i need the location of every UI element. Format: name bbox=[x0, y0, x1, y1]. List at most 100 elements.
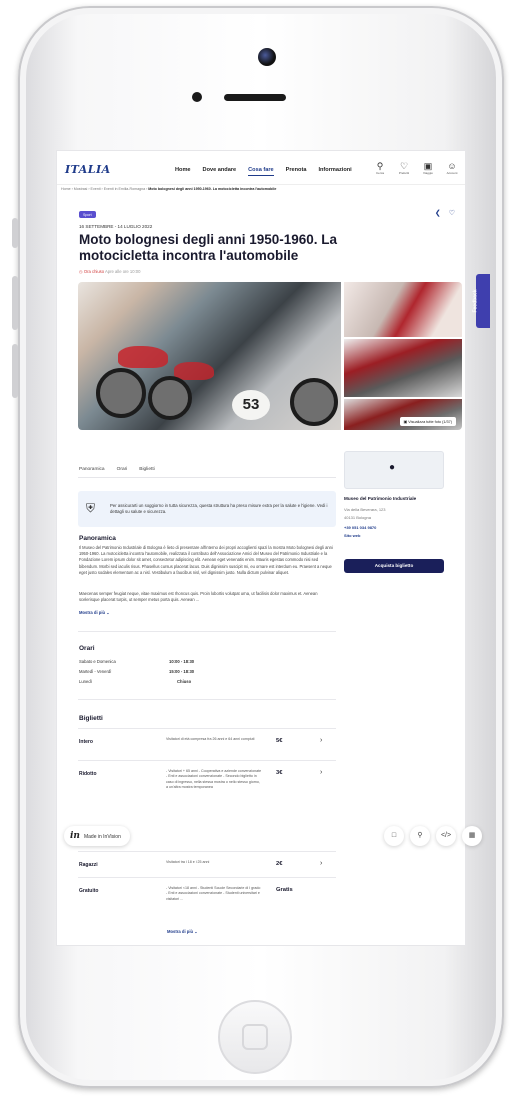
safety-text[interactable]: Per assicurarti un soggiorno in tutta si… bbox=[110, 503, 330, 515]
nav-trip[interactable]: ▣ Viaggio bbox=[421, 161, 435, 175]
hours-day: Martedì - Venerdì bbox=[79, 669, 112, 674]
breadcrumb-path[interactable]: Home › Mostrasi › Eventi › Eventi in Emi… bbox=[61, 187, 148, 191]
ticket-price: 3€ bbox=[276, 770, 283, 776]
hours-row: Sabato e Domenica 10:00 - 18:30 bbox=[79, 659, 194, 664]
ticket-row[interactable]: Gratuito - Visitatori <18 anni - Student… bbox=[78, 877, 336, 937]
ticket-row[interactable]: Ragazzi Visitatori tra i 18 e i 25 anni … bbox=[78, 851, 336, 877]
tickets-show-more-label: Mostra di più bbox=[167, 929, 194, 934]
panoramica-show-more-label: Mostra di più bbox=[79, 610, 106, 615]
race-number-plate: 53 bbox=[232, 390, 270, 420]
event-dates: 16 SETTEMBRE - 14 LUGLIO 2022 bbox=[79, 224, 153, 229]
menu-item-informazioni[interactable]: Informazioni bbox=[318, 167, 351, 176]
photo-gallery: 53 ▣ Visualizza tutte foto (1/37) bbox=[78, 282, 462, 430]
venue-phone-link[interactable]: +39 051 034 9870 bbox=[344, 525, 376, 530]
ticket-name: Ragazzi bbox=[79, 862, 98, 868]
search-icon: ⚲ bbox=[376, 161, 384, 171]
earpiece-speaker bbox=[224, 94, 286, 101]
map-pin-icon: ● bbox=[389, 462, 396, 473]
orari-heading: Orari bbox=[79, 645, 95, 652]
menu-item-dove-andare[interactable]: Dove andare bbox=[203, 167, 237, 176]
invision-badge[interactable]: in Made in InVision bbox=[64, 826, 130, 846]
venue-address-city: 40131 Bologna bbox=[344, 515, 371, 520]
nav-trip-label: Viaggio bbox=[423, 171, 433, 175]
motorcycle-tank bbox=[174, 362, 214, 380]
panoramica-text-1: Il Museo del Patrimonio Industriale di B… bbox=[79, 545, 333, 575]
volume-down-button bbox=[12, 344, 18, 398]
motorcycle-wheel bbox=[148, 376, 192, 420]
motorcycle-wheel bbox=[290, 378, 338, 426]
panoramica-show-more[interactable]: Mostra di più ⌄ bbox=[79, 610, 110, 615]
menu-item-cosa-fare[interactable]: Cosa fare bbox=[248, 167, 274, 176]
tickets-show-more[interactable]: Mostra di più ⌄ bbox=[167, 929, 198, 934]
hours-time: Chiuso bbox=[177, 679, 192, 684]
share-icon[interactable]: ❮ bbox=[435, 209, 441, 217]
hours-row: Lunedì Chiuso bbox=[79, 679, 191, 684]
prototype-toolbar: □ ⚲ </> ▦ bbox=[384, 826, 482, 846]
top-navigation: ITALIA Home Dove andare Cosa fare Prenot… bbox=[57, 151, 465, 185]
hours-time: 10:00 - 18:30 bbox=[169, 659, 195, 664]
ticket-row[interactable]: Ridotto - Visitatori + 65 anni - Coopera… bbox=[78, 760, 336, 818]
status-closed: Ora chiuso bbox=[83, 269, 105, 274]
ticket-name: Gratuito bbox=[79, 888, 99, 894]
heart-icon: ♡ bbox=[399, 161, 409, 171]
gallery-thumbnail-2[interactable] bbox=[344, 339, 462, 397]
main-photo[interactable]: 53 bbox=[78, 282, 341, 430]
ticket-price: Gratis bbox=[276, 887, 293, 893]
tab-panoramica[interactable]: Panoramica bbox=[79, 467, 105, 472]
venue-website-link[interactable]: Sito web bbox=[344, 533, 360, 538]
category-badge: Sport bbox=[79, 211, 96, 218]
view-all-photos-label: Visualizza tutte foto (1/37) bbox=[408, 420, 452, 424]
ticket-name: Intero bbox=[79, 739, 93, 745]
front-camera bbox=[258, 48, 276, 66]
user-icon: ☺ bbox=[447, 161, 457, 171]
grid-icon[interactable]: ▦ bbox=[462, 826, 482, 846]
nav-favorites[interactable]: ♡ Preferiti bbox=[397, 161, 411, 175]
proximity-sensor bbox=[192, 92, 202, 102]
feedback-label: Feedback bbox=[472, 289, 479, 313]
safety-notice: ⛨ Per assicurarti un soggiorno in tutta … bbox=[78, 491, 336, 527]
section-divider bbox=[78, 631, 336, 632]
menu-item-home[interactable]: Home bbox=[175, 167, 191, 176]
hours-day: Lunedì bbox=[79, 679, 92, 684]
home-button[interactable] bbox=[218, 1000, 292, 1074]
site-logo[interactable]: ITALIA bbox=[65, 163, 111, 176]
panoramica-heading: Panoramica bbox=[79, 535, 116, 542]
chevron-right-icon[interactable]: › bbox=[320, 769, 322, 776]
nav-account-label: Account bbox=[446, 171, 458, 175]
ticket-row[interactable]: Intero Visitatori di età compresa fra 26… bbox=[78, 728, 336, 760]
code-icon[interactable]: </> bbox=[436, 826, 456, 846]
view-all-photos-button[interactable]: ▣ Visualizza tutte foto (1/37) bbox=[399, 417, 456, 426]
gallery-thumbnail-1[interactable] bbox=[344, 282, 462, 337]
panoramica-text-2: Maecenas semper feugiat neque, vitae max… bbox=[79, 591, 318, 603]
buy-ticket-button[interactable]: Acquista biglietto bbox=[344, 559, 444, 573]
venue-address-street: Via della Beverara, 123 bbox=[344, 507, 386, 512]
nav-icons: ⚲ Cerca ♡ Preferiti ▣ Viaggio ☺ Account bbox=[373, 161, 459, 175]
tab-orari[interactable]: Orari bbox=[117, 467, 128, 472]
tab-biglietti[interactable]: Biglietti bbox=[139, 467, 154, 472]
ticket-price: 5€ bbox=[276, 738, 283, 744]
ticket-description: Visitatori tra i 18 e i 25 anni bbox=[166, 860, 210, 864]
hours-row: Martedì - Venerdì 15:00 - 18:30 bbox=[79, 669, 194, 674]
comment-icon[interactable]: □ bbox=[384, 826, 404, 846]
nav-search[interactable]: ⚲ Cerca bbox=[373, 161, 387, 175]
gallery-thumbnail-3[interactable]: ▣ Visualizza tutte foto (1/37) bbox=[344, 399, 462, 430]
bag-icon: ▣ bbox=[423, 161, 433, 171]
section-tabs: Panoramica Orari Biglietti bbox=[79, 467, 155, 472]
search-icon[interactable]: ⚲ bbox=[410, 826, 430, 846]
favorite-heart-icon[interactable]: ♡ bbox=[449, 209, 455, 217]
chevron-right-icon[interactable]: › bbox=[320, 737, 322, 744]
feedback-tab[interactable]: Feedback bbox=[472, 274, 490, 328]
menu-item-prenota[interactable]: Prenota bbox=[286, 167, 307, 176]
page-title: Moto bolognesi degli anni 1950-1960. La … bbox=[79, 232, 338, 263]
chevron-right-icon[interactable]: › bbox=[320, 860, 322, 867]
nav-favorites-label: Preferiti bbox=[398, 171, 410, 175]
status-next-open: Apre alle ore 10:00 bbox=[105, 269, 141, 274]
section-divider bbox=[78, 699, 336, 700]
breadcrumb: Home › Mostrasi › Eventi › Eventi in Emi… bbox=[61, 187, 276, 191]
nav-account[interactable]: ☺ Account bbox=[445, 161, 459, 175]
tabs-divider bbox=[78, 477, 336, 478]
venue-map[interactable]: ● bbox=[344, 451, 444, 489]
opening-status: ◷ Ora chiuso Apre alle ore 10:00 bbox=[79, 269, 140, 274]
volume-up-button bbox=[12, 276, 18, 330]
hours-day: Sabato e Domenica bbox=[79, 659, 116, 664]
